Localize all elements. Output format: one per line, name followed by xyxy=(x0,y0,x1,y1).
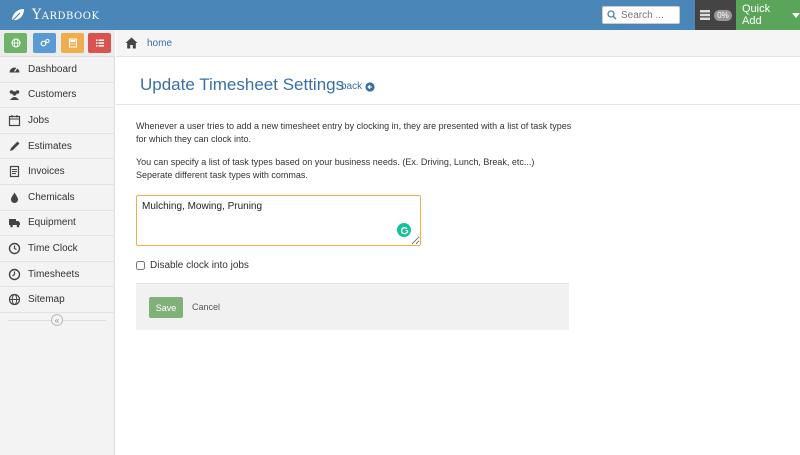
grammarly-icon[interactable] xyxy=(397,223,411,237)
sidebar-item-sitemap[interactable]: Sitemap xyxy=(0,287,115,313)
globe-icon xyxy=(8,294,21,306)
search-input[interactable] xyxy=(621,9,681,21)
timesheet-icon xyxy=(8,268,21,280)
disable-clock-row: Disable clock into jobs xyxy=(136,260,249,271)
sidebar-nav: Dashboard Customers Jobs Estimates Invoi… xyxy=(0,57,115,313)
brand-name: Yardbook xyxy=(32,7,100,23)
sidebar-item-timesheets[interactable]: Timesheets xyxy=(0,262,115,288)
droplet-icon xyxy=(11,192,18,203)
sidebar-item-customers[interactable]: Customers xyxy=(0,83,115,109)
intro-text: Whenever a user tries to add a new times… xyxy=(136,121,572,144)
customers-icon xyxy=(9,90,20,101)
shortcut-bar xyxy=(0,30,115,57)
truck-icon xyxy=(9,219,20,228)
save-button[interactable]: Save xyxy=(149,297,183,318)
leaf-icon xyxy=(11,9,24,22)
disable-clock-label[interactable]: Disable clock into jobs xyxy=(150,260,249,271)
refresh-icon xyxy=(400,226,408,234)
sidebar-item-label: Timesheets xyxy=(28,268,80,280)
sidebar-item-jobs[interactable]: Jobs xyxy=(0,108,115,134)
sidebar-item-label: Estimates xyxy=(28,140,72,152)
breadcrumb: home xyxy=(116,30,800,57)
invoice-icon xyxy=(9,166,20,178)
sidebar-item-label: Time Clock xyxy=(28,242,78,254)
arrow-circle-left-icon xyxy=(365,81,375,92)
sidebar-item-label: Jobs xyxy=(28,114,50,126)
back-label: back xyxy=(341,81,363,92)
calculator-icon xyxy=(68,38,77,48)
globe-icon xyxy=(11,38,20,48)
double-chevron-left-icon: « xyxy=(54,315,60,325)
cancel-link[interactable]: Cancel xyxy=(192,302,220,312)
caret-down-icon xyxy=(792,12,800,18)
shortcut-list-button[interactable] xyxy=(88,33,111,53)
quick-add-label: Quick Add xyxy=(742,3,771,27)
sidebar-item-invoices[interactable]: Invoices xyxy=(0,159,115,185)
sidebar-item-label: Sitemap xyxy=(28,294,65,306)
clock-icon xyxy=(8,242,21,255)
sidebar-item-estimates[interactable]: Estimates xyxy=(0,134,115,160)
sidebar-item-label: Invoices xyxy=(28,166,65,178)
server-icon xyxy=(700,10,711,20)
page-header: Update Timesheet Settings back xyxy=(116,57,800,105)
sidebar: Dashboard Customers Jobs Estimates Invoi… xyxy=(0,30,115,455)
search-box[interactable] xyxy=(602,6,681,24)
pencil-icon xyxy=(10,141,20,151)
sidebar-collapse-row: « xyxy=(0,312,115,328)
home-icon[interactable] xyxy=(125,37,138,49)
quick-add-button[interactable]: Quick Add xyxy=(736,0,800,30)
calendar-icon xyxy=(8,114,21,127)
breadcrumb-home-link[interactable]: home xyxy=(147,38,172,49)
form-actions: Save Cancel xyxy=(136,283,569,330)
instruction-text: You can specify a list of task types bas… xyxy=(136,157,535,167)
percent-badge: 0% xyxy=(714,9,732,21)
shortcut-globe-button[interactable] xyxy=(4,33,27,53)
sidebar-item-label: Equipment xyxy=(28,217,76,229)
search-icon xyxy=(607,10,617,20)
sidebar-item-chemicals[interactable]: Chemicals xyxy=(0,185,115,211)
sidebar-item-dashboard[interactable]: Dashboard xyxy=(0,57,115,83)
dashboard-icon xyxy=(9,67,20,73)
gears-icon xyxy=(40,38,50,47)
sidebar-item-equipment[interactable]: Equipment xyxy=(0,211,115,237)
sync-status[interactable]: 0% xyxy=(695,0,736,30)
shortcut-calculator-button[interactable] xyxy=(61,33,84,53)
back-link[interactable]: back xyxy=(341,81,375,92)
sidebar-item-time-clock[interactable]: Time Clock xyxy=(0,236,115,262)
separator-instruction-text: Seperate different task types with comma… xyxy=(136,170,308,180)
list-icon xyxy=(95,39,104,47)
top-navbar: Yardbook 0% Quick Add xyxy=(0,0,800,30)
task-types-textarea[interactable]: Mulching, Mowing, Pruning xyxy=(136,195,421,246)
shortcut-gears-button[interactable] xyxy=(33,33,56,53)
sidebar-item-label: Dashboard xyxy=(28,63,77,75)
disable-clock-checkbox[interactable] xyxy=(136,261,145,270)
sidebar-item-label: Chemicals xyxy=(28,191,75,203)
brand-logo[interactable]: Yardbook xyxy=(10,6,99,24)
page-title: Update Timesheet Settings xyxy=(140,75,345,94)
collapse-sidebar-button[interactable]: « xyxy=(51,314,63,326)
sidebar-item-label: Customers xyxy=(28,89,77,101)
